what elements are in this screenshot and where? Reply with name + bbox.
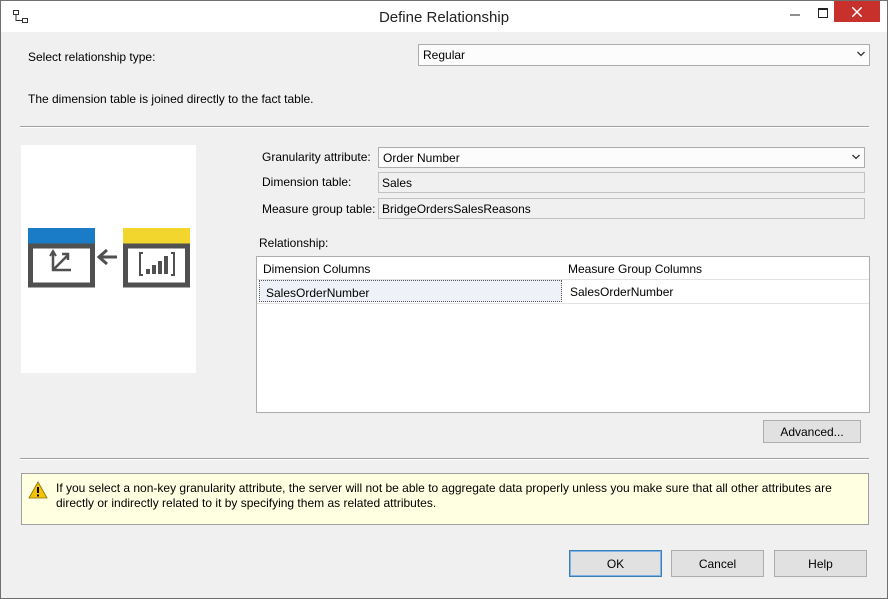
advanced-button[interactable]: Advanced... bbox=[763, 420, 861, 443]
warning-triangle-icon bbox=[28, 481, 48, 499]
warning-panel: If you select a non-key granularity attr… bbox=[21, 473, 869, 525]
grid-header: Dimension Columns Measure Group Columns bbox=[257, 257, 869, 280]
granularity-attribute-label: Granularity attribute: bbox=[262, 150, 371, 164]
granularity-attribute-select[interactable]: Order Number bbox=[378, 147, 865, 168]
relationship-label: Relationship: bbox=[259, 236, 329, 250]
dialog-content: Select relationship type: Regular The di… bbox=[8, 32, 880, 592]
cancel-button[interactable]: Cancel bbox=[671, 550, 764, 577]
relationship-type-value: Regular bbox=[423, 48, 466, 62]
column-header-dimension[interactable]: Dimension Columns bbox=[263, 262, 370, 276]
measure-group-table-field: BridgeOrdersSalesReasons bbox=[378, 198, 865, 219]
relationship-illustration bbox=[21, 145, 196, 373]
close-icon bbox=[852, 6, 862, 17]
chevron-down-icon bbox=[857, 51, 865, 57]
dimension-column-cell[interactable]: SalesOrderNumber bbox=[259, 280, 562, 302]
measure-group-table-value: BridgeOrdersSalesReasons bbox=[382, 202, 531, 216]
chevron-down-icon bbox=[852, 154, 860, 160]
ok-button[interactable]: OK bbox=[569, 550, 662, 577]
separator-bottom bbox=[20, 458, 869, 460]
relationship-type-description: The dimension table is joined directly t… bbox=[28, 92, 314, 106]
measure-group-column-cell[interactable]: SalesOrderNumber bbox=[564, 280, 867, 302]
dialog-title: Define Relationship bbox=[378, 9, 510, 26]
relationship-type-label: Select relationship type: bbox=[28, 50, 156, 64]
relationship-type-select[interactable]: Regular bbox=[418, 44, 870, 66]
arrow-left-icon bbox=[96, 248, 117, 266]
table-row[interactable]: SalesOrderNumber SalesOrderNumber bbox=[257, 279, 869, 304]
maximize-icon bbox=[818, 8, 828, 18]
relationship-diagram bbox=[28, 228, 190, 288]
measure-group-column-value: SalesOrderNumber bbox=[570, 285, 674, 299]
dimension-table-icon bbox=[28, 228, 95, 288]
separator-top bbox=[20, 126, 869, 128]
minimize-icon bbox=[790, 14, 800, 16]
define-relationship-dialog: Define Relationship Select relationship … bbox=[0, 0, 888, 599]
dimension-table-field: Sales bbox=[378, 172, 865, 193]
granularity-attribute-value: Order Number bbox=[383, 151, 460, 165]
relationship-grid[interactable]: Dimension Columns Measure Group Columns … bbox=[256, 256, 870, 413]
dimension-column-value: SalesOrderNumber bbox=[266, 286, 370, 300]
minimize-button[interactable] bbox=[780, 1, 810, 25]
help-button[interactable]: Help bbox=[774, 550, 867, 577]
measure-group-table-label: Measure group table: bbox=[262, 202, 376, 216]
column-header-measure-group[interactable]: Measure Group Columns bbox=[568, 262, 702, 276]
dimension-table-value: Sales bbox=[382, 176, 413, 190]
close-button[interactable] bbox=[834, 1, 880, 22]
dimension-table-label: Dimension table: bbox=[262, 175, 352, 189]
warning-message: If you select a non-key granularity attr… bbox=[56, 481, 832, 510]
fact-table-icon bbox=[123, 228, 190, 288]
title-bar: Define Relationship bbox=[1, 1, 887, 32]
